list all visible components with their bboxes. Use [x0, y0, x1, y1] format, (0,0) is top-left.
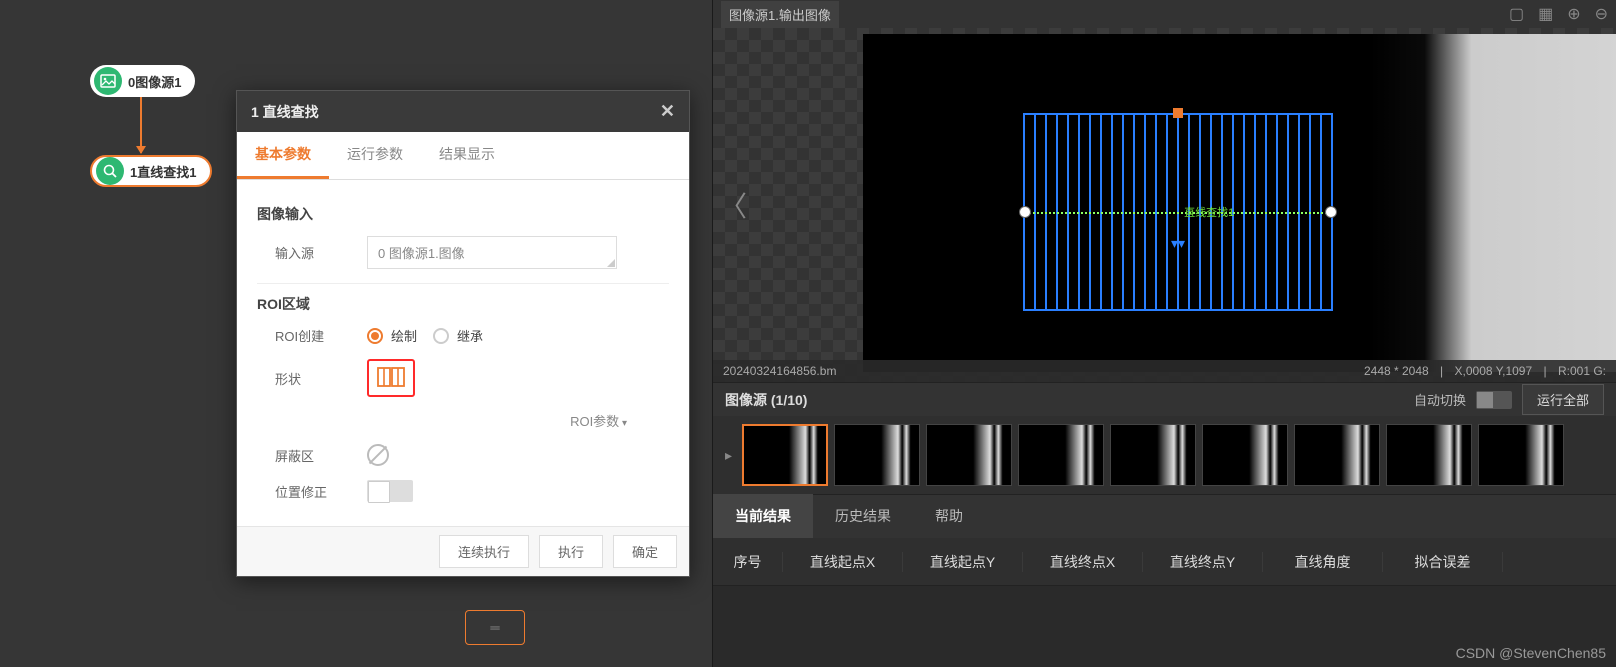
thumb-header: 图像源 (1/10) 自动切换 运行全部: [713, 382, 1616, 416]
input-source-field[interactable]: 0 图像源1.图像: [367, 236, 617, 269]
watermark: CSDN @StevenChen85: [1456, 645, 1606, 661]
roi-top-handle[interactable]: [1173, 108, 1183, 118]
roi-params-dropdown[interactable]: ROI参数: [257, 411, 669, 430]
dialog-tabs: 基本参数 运行参数 结果显示: [237, 132, 689, 180]
flow-node-label: 0图像源1: [128, 72, 181, 91]
thumbnail[interactable]: [1478, 424, 1564, 486]
thumbnail[interactable]: [1018, 424, 1104, 486]
tab-current-result[interactable]: 当前结果: [713, 494, 813, 538]
zoom-out-icon[interactable]: ⊖: [1595, 4, 1608, 24]
col-start-x: 直线起点X: [783, 552, 903, 572]
label-pos-fix: 位置修正: [257, 482, 367, 501]
thumbnail[interactable]: [1110, 424, 1196, 486]
caliper-icon: [377, 366, 405, 391]
status-filename: 20240324164856.bm: [723, 364, 836, 378]
radio-draw[interactable]: [367, 328, 383, 344]
section-roi: ROI区域: [257, 294, 669, 314]
auto-switch-toggle[interactable]: [1476, 391, 1512, 409]
thumbnail[interactable]: [742, 424, 828, 486]
viewer-source-label[interactable]: 图像源1.输出图像: [721, 1, 839, 28]
roi-overlay[interactable]: 直线查找1 ▾▾: [1023, 113, 1333, 311]
fit-line: [1025, 212, 1331, 214]
col-start-y: 直线起点Y: [903, 552, 1023, 572]
execute-button[interactable]: 执行: [539, 535, 603, 568]
zoom-in-icon[interactable]: ⊕: [1567, 4, 1580, 24]
prev-image-icon[interactable]: 〈: [719, 185, 747, 225]
position-fix-toggle[interactable]: [367, 480, 413, 502]
dialog-footer: 连续执行 执行 确定: [237, 526, 689, 576]
thumbnail[interactable]: [834, 424, 920, 486]
status-coord: X,0008 Y,1097: [1455, 364, 1533, 378]
section-image-input: 图像输入: [257, 204, 669, 224]
label-input-source: 输入源: [257, 243, 367, 262]
flow-node-image-source[interactable]: 0图像源1: [90, 65, 195, 97]
layout-grid-icon[interactable]: ▦: [1538, 4, 1553, 24]
table-header-row: 序号 直线起点X 直线起点Y 直线终点X 直线终点Y 直线角度 拟合误差: [713, 538, 1616, 586]
tab-history-result[interactable]: 历史结果: [813, 494, 913, 538]
tab-run-params[interactable]: 运行参数: [329, 132, 421, 179]
shape-caliper-button[interactable]: [367, 359, 415, 397]
label-shape: 形状: [257, 369, 367, 388]
right-panel: 图像源1.输出图像 ▢ ▦ ⊕ ⊖ 〈 直线查找1 ▾▾ 20240324164…: [712, 0, 1616, 667]
dialog-body: 图像输入 输入源 0 图像源1.图像 ROI区域 ROI创建 绘制 继承 形状: [237, 180, 689, 526]
tab-basic-params[interactable]: 基本参数: [237, 132, 329, 179]
thumbnail[interactable]: [926, 424, 1012, 486]
label-mask: 屏蔽区: [257, 446, 367, 465]
image-icon: [94, 67, 122, 95]
radio-draw-label: 绘制: [391, 326, 417, 345]
ok-button[interactable]: 确定: [613, 535, 677, 568]
thumbnail[interactable]: [1202, 424, 1288, 486]
run-all-button[interactable]: 运行全部: [1522, 384, 1604, 415]
thumbnail[interactable]: [1386, 424, 1472, 486]
flow-node-line-find[interactable]: 1直线查找1: [90, 155, 212, 187]
thumbnail-strip: ▸: [713, 416, 1616, 494]
roi-left-endpoint[interactable]: [1019, 206, 1031, 218]
flow-arrow: [140, 97, 142, 153]
separator: [257, 283, 669, 284]
col-index: 序号: [713, 552, 783, 572]
expand-thumbs-icon[interactable]: ▸: [721, 447, 736, 464]
col-end-x: 直线终点X: [1023, 552, 1143, 572]
property-dialog: 1 直线查找 ✕ 基本参数 运行参数 结果显示 图像输入 输入源 0 图像源1.…: [236, 90, 690, 577]
label-roi-create: ROI创建: [257, 326, 367, 345]
fit-line-label: 直线查找1: [1184, 204, 1234, 220]
minimap-node[interactable]: [465, 610, 525, 645]
flowchart-canvas[interactable]: 0图像源1 1直线查找1 1 直线查找 ✕ 基本参数 运行参数 结果显示 图像输…: [0, 0, 712, 667]
col-angle: 直线角度: [1263, 552, 1383, 572]
status-rgb: R:001 G:: [1558, 364, 1606, 378]
col-end-y: 直线终点Y: [1143, 552, 1263, 572]
result-table: 序号 直线起点X 直线起点Y 直线终点X 直线终点Y 直线角度 拟合误差: [713, 538, 1616, 586]
result-tabs: 当前结果 历史结果 帮助: [713, 494, 1616, 538]
thumb-header-title: 图像源 (1/10): [725, 390, 807, 410]
status-resolution: 2448 * 2048: [1364, 364, 1429, 378]
radio-inherit-label: 继承: [457, 326, 483, 345]
layout-single-icon[interactable]: ▢: [1509, 4, 1524, 24]
viewer-status-bar: 20240324164856.bm 2448 * 2048 | X,0008 Y…: [713, 360, 1616, 382]
radio-inherit[interactable]: [433, 328, 449, 344]
flow-node-label: 1直线查找1: [130, 162, 196, 181]
dialog-header[interactable]: 1 直线查找 ✕: [237, 91, 689, 132]
mask-disabled-icon[interactable]: [367, 444, 389, 466]
direction-arrow-icon: ▾▾: [1171, 235, 1185, 252]
image-viewer[interactable]: 〈 直线查找1 ▾▾ 20240324164856.bm 2448 * 2048…: [713, 28, 1616, 382]
continuous-execute-button[interactable]: 连续执行: [439, 535, 529, 568]
tab-result-display[interactable]: 结果显示: [421, 132, 513, 179]
tab-help[interactable]: 帮助: [913, 494, 985, 538]
viewer-header: 图像源1.输出图像 ▢ ▦ ⊕ ⊖: [713, 0, 1616, 28]
roi-right-endpoint[interactable]: [1325, 206, 1337, 218]
col-fit-error: 拟合误差: [1383, 552, 1503, 572]
auto-switch-label: 自动切换: [1414, 390, 1466, 409]
thumbnail[interactable]: [1294, 424, 1380, 486]
line-find-icon: [96, 157, 124, 185]
close-icon[interactable]: ✕: [660, 101, 675, 122]
dialog-title: 1 直线查找: [251, 102, 319, 122]
